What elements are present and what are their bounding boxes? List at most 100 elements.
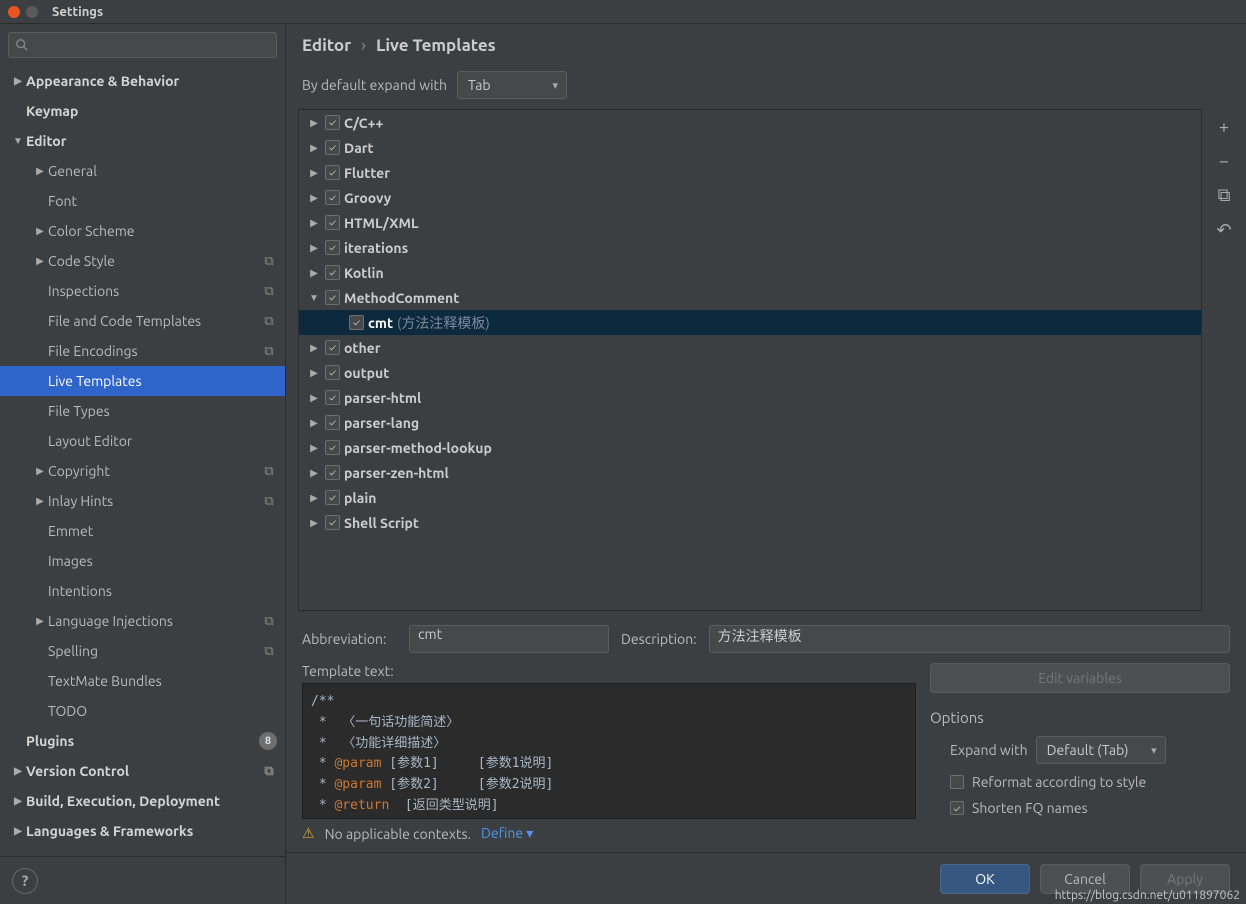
breadcrumb-part: Live Templates	[376, 36, 496, 55]
sidebar-item[interactable]: ▶Copyright⧉	[0, 456, 285, 486]
sidebar-item[interactable]: ▶General	[0, 156, 285, 186]
checkbox[interactable]: ✓	[325, 265, 340, 280]
reformat-checkbox[interactable]	[950, 775, 964, 789]
tree-row[interactable]: ▶✓Kotlin	[299, 260, 1201, 285]
checkbox[interactable]: ✓	[325, 390, 340, 405]
sidebar-item[interactable]: TextMate Bundles	[0, 666, 285, 696]
tree-row[interactable]: ▶✓iterations	[299, 235, 1201, 260]
tree-row[interactable]: ▶✓Dart	[299, 135, 1201, 160]
checkbox[interactable]: ✓	[325, 140, 340, 155]
sidebar-item[interactable]: Layout Editor	[0, 426, 285, 456]
search-input[interactable]	[8, 32, 277, 58]
tree-row[interactable]: ▶✓Groovy	[299, 185, 1201, 210]
shorten-checkbox[interactable]: ✓	[950, 801, 964, 815]
checkbox[interactable]: ✓	[325, 365, 340, 380]
settings-tree[interactable]: ▶Appearance & BehaviorKeymap▼Editor▶Gene…	[0, 66, 285, 856]
tree-row[interactable]: ✓cmt (方法注释模板)	[299, 310, 1201, 335]
checkbox[interactable]: ✓	[325, 340, 340, 355]
sidebar-item[interactable]: Intentions	[0, 576, 285, 606]
help-button[interactable]: ?	[12, 868, 38, 894]
sidebar-item-label: TODO	[48, 703, 277, 719]
tree-row[interactable]: ▶✓Shell Script	[299, 510, 1201, 535]
tree-label: parser-html	[344, 390, 421, 406]
checkbox[interactable]: ✓	[325, 190, 340, 205]
sidebar-item[interactable]: ▶Version Control⧉	[0, 756, 285, 786]
checkbox[interactable]: ✓	[325, 165, 340, 180]
chevron-icon: ▶	[10, 795, 26, 807]
window-buttons	[8, 6, 38, 18]
tree-row[interactable]: ▼✓MethodComment	[299, 285, 1201, 310]
sidebar-item[interactable]: File Encodings⧉	[0, 336, 285, 366]
sidebar-item[interactable]: File Types	[0, 396, 285, 426]
sidebar-item[interactable]: Font	[0, 186, 285, 216]
template-text-editor[interactable]: /** * 〈一句话功能简述〉 * 〈功能详细描述〉 * @param [参数1…	[302, 683, 916, 819]
sidebar-item[interactable]: Keymap	[0, 96, 285, 126]
tree-row[interactable]: ▶✓plain	[299, 485, 1201, 510]
options-title: Options	[930, 709, 1230, 726]
chevron-icon: ▶	[32, 255, 48, 267]
tree-row[interactable]: ▶✓Flutter	[299, 160, 1201, 185]
tree-row[interactable]: ▶✓parser-method-lookup	[299, 435, 1201, 460]
sidebar-item[interactable]: ▶Appearance & Behavior	[0, 66, 285, 96]
sidebar-item[interactable]: ▶Languages & Frameworks	[0, 816, 285, 846]
checkbox[interactable]: ✓	[325, 515, 340, 530]
tree-row[interactable]: ▶✓parser-zen-html	[299, 460, 1201, 485]
sidebar-item[interactable]: Plugins8	[0, 726, 285, 756]
window-title: Settings	[52, 5, 103, 19]
sidebar-item[interactable]: File and Code Templates⧉	[0, 306, 285, 336]
sidebar-item[interactable]: TODO	[0, 696, 285, 726]
expand-with-dropdown[interactable]: Default (Tab)	[1036, 736, 1166, 764]
tree-row[interactable]: ▶✓other	[299, 335, 1201, 360]
checkbox[interactable]: ✓	[325, 115, 340, 130]
checkbox[interactable]: ✓	[349, 315, 364, 330]
sidebar-item[interactable]: Spelling⧉	[0, 636, 285, 666]
tree-label: other	[344, 340, 380, 356]
tree-row[interactable]: ▶✓HTML/XML	[299, 210, 1201, 235]
sidebar-item-label: Languages & Frameworks	[26, 823, 277, 839]
tree-row[interactable]: ▶ ✓ parser-lang	[299, 410, 1201, 435]
close-icon[interactable]	[8, 6, 20, 18]
revert-icon[interactable]: ↶	[1216, 220, 1231, 241]
sidebar-item[interactable]: ▶Code Style⧉	[0, 246, 285, 276]
checkbox[interactable]: ✓	[325, 465, 340, 480]
ok-button[interactable]: OK	[940, 864, 1030, 894]
tree-label: parser-lang	[344, 415, 419, 431]
checkbox[interactable]: ✓	[325, 215, 340, 230]
minimize-icon[interactable]	[26, 6, 38, 18]
add-icon[interactable]: +	[1219, 117, 1229, 137]
sidebar-item[interactable]: Emmet	[0, 516, 285, 546]
chevron-icon: ▶	[10, 75, 26, 87]
checkbox[interactable]: ✓	[325, 415, 340, 430]
chevron-icon: ▶	[307, 242, 321, 254]
sidebar-item[interactable]: ▶Inlay Hints⧉	[0, 486, 285, 516]
sidebar-item[interactable]: Inspections⧉	[0, 276, 285, 306]
sidebar-item[interactable]: ▼Editor	[0, 126, 285, 156]
define-link[interactable]: Define ▾	[481, 825, 533, 842]
chevron-icon: ▶	[307, 117, 321, 129]
checkbox[interactable]: ✓	[325, 290, 340, 305]
template-tree[interactable]: ▶ ✓ C/C++ ▶✓Dart▶✓Flutter▶✓Groovy▶✓HTML/XML…	[298, 109, 1202, 611]
tree-row[interactable]: ▶✓output	[299, 360, 1201, 385]
description-input[interactable]: 方法注释模板	[709, 625, 1230, 653]
remove-icon[interactable]: −	[1219, 151, 1229, 171]
checkbox[interactable]: ✓	[325, 240, 340, 255]
checkbox[interactable]: ✓	[325, 490, 340, 505]
sidebar-item[interactable]: ▶Language Injections⧉	[0, 606, 285, 636]
breadcrumb: Editor › Live Templates	[286, 24, 1246, 61]
expand-default-dropdown[interactable]: Tab	[457, 71, 567, 99]
abbreviation-input[interactable]: cmt	[409, 625, 609, 653]
sidebar-item[interactable]: ▶Color Scheme	[0, 216, 285, 246]
tree-row[interactable]: ▶✓parser-html	[299, 385, 1201, 410]
copy-icon[interactable]: ⧉	[1218, 185, 1231, 206]
sidebar-item-label: Font	[48, 193, 277, 209]
sidebar-item[interactable]: Images	[0, 546, 285, 576]
chevron-icon: ▶	[307, 417, 321, 429]
tree-row[interactable]: ▶ ✓ C/C++	[299, 110, 1201, 135]
detail-panel: Abbreviation: cmt Description: 方法注释模板 Te…	[286, 611, 1246, 819]
checkbox[interactable]: ✓	[325, 440, 340, 455]
sidebar-item[interactable]: Live Templates	[0, 366, 285, 396]
sidebar-item[interactable]: ▶Build, Execution, Deployment	[0, 786, 285, 816]
edit-variables-button[interactable]: Edit variables	[930, 663, 1230, 693]
tree-label: C/C++	[344, 115, 383, 131]
sidebar-item-label: Images	[48, 553, 277, 569]
